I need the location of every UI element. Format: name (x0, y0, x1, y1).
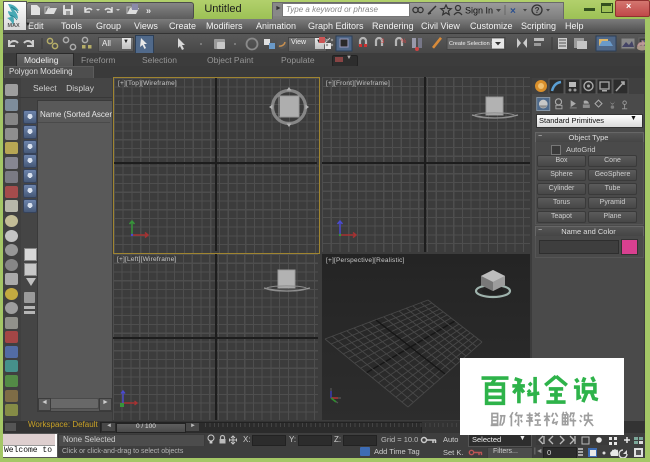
svg-text:Sign In: Sign In (465, 6, 493, 16)
svg-text:?: ? (535, 6, 540, 15)
svg-text:3: 3 (381, 39, 385, 45)
svg-text:×: × (510, 6, 516, 17)
svg-text:»: » (146, 6, 151, 16)
svg-text:Create Selection S: Create Selection S (449, 41, 495, 47)
svg-text:%: % (401, 39, 407, 45)
svg-text:MAX: MAX (8, 23, 21, 28)
